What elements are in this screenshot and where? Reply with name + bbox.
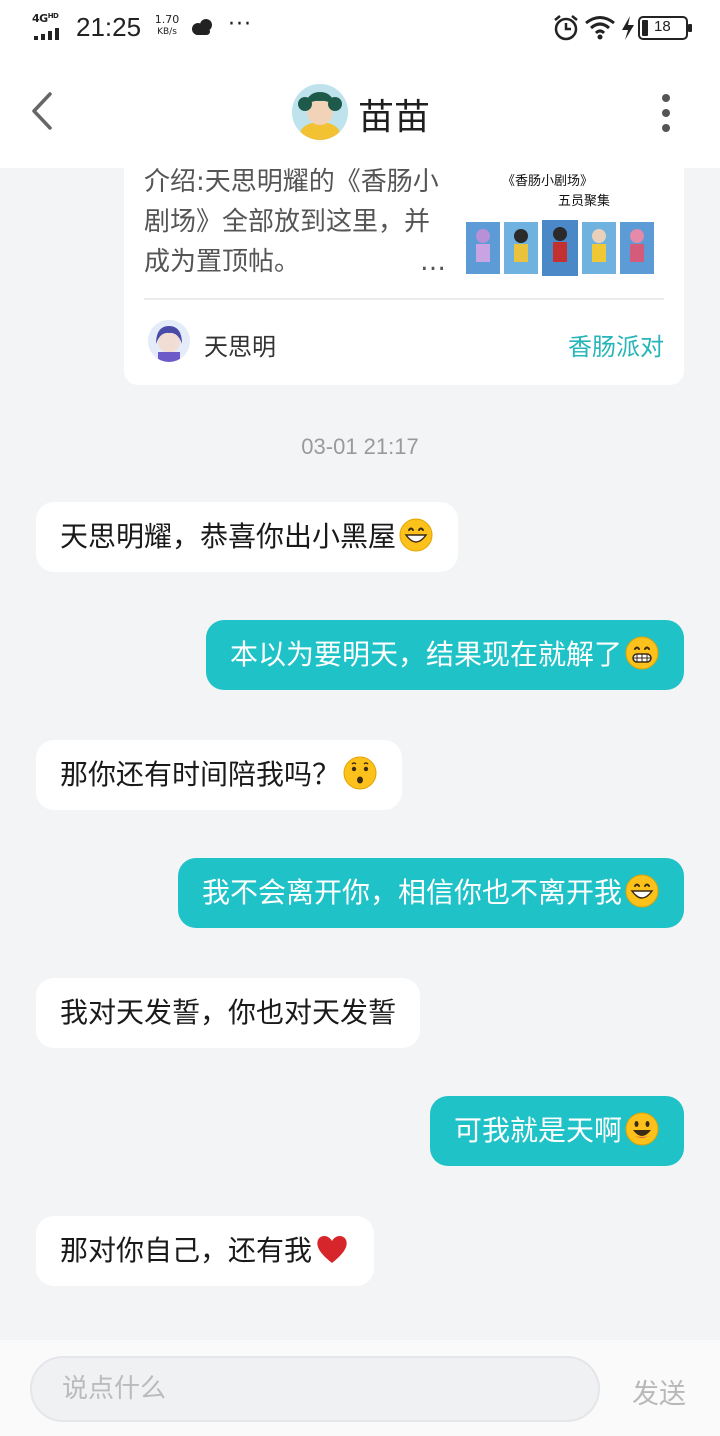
wifi-icon	[585, 16, 615, 40]
smiley-emoji-icon	[625, 1112, 659, 1146]
message-bubble-received[interactable]: 那你还有时间陪我吗？	[36, 740, 403, 810]
message-bubble-sent[interactable]: 可我就是天啊	[429, 1096, 684, 1166]
shared-post-card[interactable]: 介绍:天思明耀的《香肠小剧场》全部放到这里，并成为置顶帖。 … 《香肠小剧场》 …	[124, 150, 684, 385]
status-bar: 4GHD 21:25 1.70 KB/s ··· 18	[0, 0, 720, 58]
alarm-icon	[554, 15, 578, 41]
network-speed: 1.70 KB/s	[154, 13, 180, 38]
intro-ellipsis: …	[420, 247, 446, 277]
avatar-image	[292, 84, 348, 140]
network-type: 4GHD	[32, 12, 59, 25]
thumbnail-subtitle: 五员聚集	[558, 194, 611, 209]
message-bubble-received[interactable]: 那对你自己，还有我	[36, 1216, 375, 1286]
message-timestamp: 03-01 21:17	[301, 434, 419, 459]
message-text: 那你还有时间陪我吗？	[60, 758, 341, 791]
post-author: 天思明	[204, 333, 276, 361]
more-notifications-icon: ···	[228, 12, 252, 37]
more-vertical-icon[interactable]	[654, 94, 678, 132]
charging-icon	[622, 16, 634, 40]
author-avatar	[148, 320, 190, 362]
message-text: 可我就是天啊	[453, 1114, 622, 1147]
signal-icon: 4GHD	[32, 12, 68, 40]
message-text: 那对你自己，还有我	[60, 1234, 313, 1267]
message-bubble-received[interactable]: 天思明耀，恭喜你出小黑屋	[36, 502, 459, 572]
character-figures-image	[466, 220, 654, 276]
message-bubble-sent[interactable]: 我不会离开你，相信你也不离开我	[177, 858, 684, 928]
message-input[interactable]	[30, 1356, 600, 1422]
card-divider	[144, 298, 664, 300]
message-bubble-sent[interactable]: 本以为要明天，结果现在就解了	[205, 620, 684, 690]
grinning-emoji-icon	[625, 874, 659, 908]
battery-level: 18	[654, 18, 671, 35]
thumbnail-title: 《香肠小剧场》	[502, 174, 594, 189]
battery-icon: 18	[638, 16, 692, 40]
chat-title: 苗苗	[358, 97, 431, 138]
message-bubble-received[interactable]: 我对天发誓，你也对天发誓	[36, 978, 421, 1048]
grin-emoji-icon	[625, 636, 659, 670]
message-text: 天思明耀，恭喜你出小黑屋	[60, 520, 397, 553]
grinning-emoji-icon	[399, 518, 433, 552]
message-text: 我不会离开你，相信你也不离开我	[201, 876, 622, 909]
message-text: 我对天发誓，你也对天发誓	[60, 996, 397, 1029]
message-text: 本以为要明天，结果现在就解了	[229, 638, 622, 671]
post-thumbnail: 《香肠小剧场》 五员聚集	[462, 164, 662, 290]
post-source-link[interactable]: 香肠派对	[568, 327, 664, 362]
message-input-bar: 发送	[0, 1340, 720, 1436]
send-button[interactable]: 发送	[632, 1372, 686, 1411]
kissing-emoji-icon	[343, 756, 377, 790]
clock: 21:25	[76, 12, 142, 42]
post-intro: 介绍:天思明耀的《香肠小剧场》全部放到这里，并成为置顶帖。 …	[144, 162, 446, 282]
back-button[interactable]	[28, 88, 60, 134]
cloud-icon	[192, 19, 212, 35]
contact-avatar[interactable]	[292, 84, 348, 140]
heart-emoji-icon	[317, 1236, 347, 1263]
